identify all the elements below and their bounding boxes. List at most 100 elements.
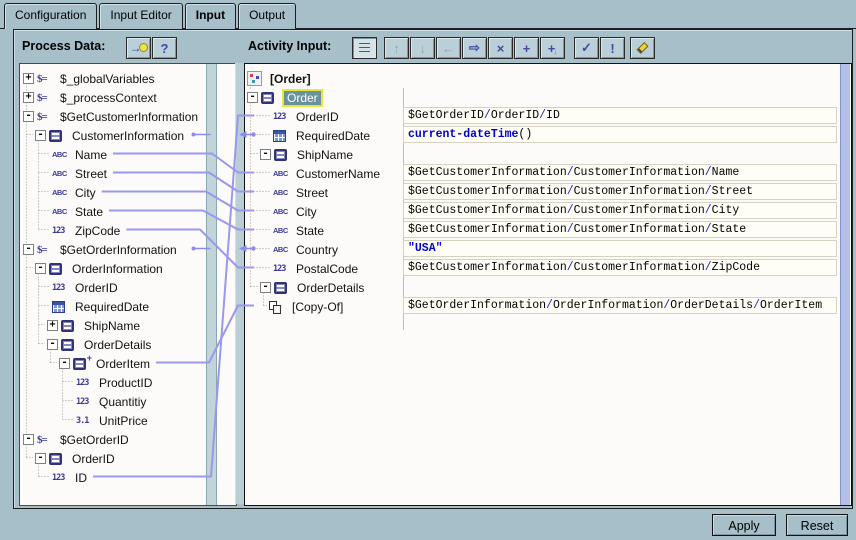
tree-node-order[interactable]: [Order] (245, 69, 313, 88)
move-up-button[interactable]: ↑ (384, 37, 409, 59)
reset-button[interactable]: Reset (786, 514, 848, 536)
tree-node-orderid[interactable]: -OrderID (20, 449, 117, 468)
move-left-button[interactable]: ← (436, 37, 461, 59)
mapping-formula[interactable]: $GetCustomerInformation/CustomerInformat… (403, 221, 837, 238)
tree-node-country[interactable]: ABCCountry"USA" (245, 240, 340, 259)
edit-button[interactable] (630, 37, 655, 59)
mapping-formula[interactable]: $GetCustomerInformation/CustomerInformat… (403, 183, 837, 200)
mapping-formula[interactable]: $GetCustomerInformation/CustomerInformat… (403, 259, 837, 276)
tree-node-customerinformation[interactable]: -CustomerInformation (20, 126, 186, 145)
repeat-plus-glyph: + (87, 353, 92, 363)
tab-bar: ConfigurationInput EditorInputOutput (4, 3, 296, 29)
string-icon: ABC (52, 207, 70, 216)
element-glyph (274, 149, 287, 161)
tree-node-getorderid[interactable]: -$=$GetOrderID (20, 430, 131, 449)
collapse-icon[interactable]: - (260, 282, 271, 293)
tree-node-street[interactable]: ABCStreet$GetCustomerInformation/Custome… (245, 183, 330, 202)
node-label: State (73, 204, 105, 220)
mapping-formula[interactable]: current-dateTime() (403, 126, 837, 143)
tree-node-customername[interactable]: ABCCustomerName$GetCustomerInformation/C… (245, 164, 382, 183)
constant-value: "USA" (408, 242, 443, 255)
collapse-icon[interactable]: - (260, 149, 271, 160)
tree-node-shipname[interactable]: -ShipName (245, 145, 355, 164)
node-label: RequiredDate (294, 128, 372, 144)
display-options-button[interactable] (352, 37, 377, 59)
delete-button[interactable]: × (488, 37, 513, 59)
help-button[interactable]: ? (152, 37, 177, 59)
collapse-icon[interactable]: - (23, 434, 34, 445)
tree-node-orderdetails[interactable]: -OrderDetails (245, 278, 366, 297)
tree-node-orderitem[interactable]: -+OrderItem (20, 354, 152, 373)
collapse-icon[interactable]: - (35, 130, 46, 141)
left-panel-scrollbar[interactable] (206, 64, 217, 505)
validate-button[interactable]: ✓ (574, 37, 599, 59)
tree-node-unitprice[interactable]: 3.1UnitPrice (20, 411, 150, 430)
tab-input-editor[interactable]: Input Editor (99, 3, 182, 29)
expand-icon[interactable]: + (23, 73, 34, 84)
tree-node-orderid[interactable]: 123OrderID$GetOrderID/OrderID/ID (245, 107, 341, 126)
path-slash: / (705, 166, 712, 179)
tree-node-getcustomerinformation[interactable]: -$=$GetCustomerInformation (20, 107, 200, 126)
insert-button[interactable]: +↓ (540, 37, 565, 59)
collapse-icon[interactable]: - (59, 358, 70, 369)
tree-node-orderid[interactable]: 123OrderID (20, 278, 120, 297)
tree-node-orderdetails[interactable]: - OrderDetails (20, 335, 153, 354)
tree-node-productid[interactable]: 123ProductID (20, 373, 154, 392)
tree-node-requireddate[interactable]: RequiredDatecurrent-dateTime() (245, 126, 372, 145)
collapse-icon[interactable]: - (247, 92, 258, 103)
add-child-button[interactable]: + (514, 37, 539, 59)
tree-node-id[interactable]: 123ID (20, 468, 89, 487)
tree-node-city[interactable]: ABCCity (20, 183, 98, 202)
tab-output[interactable]: Output (238, 3, 296, 29)
tree-node-requireddate[interactable]: RequiredDate (20, 297, 151, 316)
tree-node-street[interactable]: ABCStreet (20, 164, 109, 183)
mapping-formula[interactable]: "USA" (403, 240, 837, 257)
x-icon: × (497, 41, 505, 56)
tree-node-state[interactable]: ABCState$GetCustomerInformation/Customer… (245, 221, 326, 240)
tree-node-state[interactable]: ABCState (20, 202, 105, 221)
tree-node-processcontext[interactable]: +$=$_processContext (20, 88, 159, 107)
tree-node-zipcode[interactable]: 123ZipCode (20, 221, 122, 240)
tree-node-globalvariables[interactable]: +$=$_globalVariables (20, 69, 157, 88)
collapse-icon[interactable]: - (47, 339, 58, 350)
tree-node-getorderinformation[interactable]: -$=$GetOrderInformation (20, 240, 179, 259)
move-right-button[interactable]: ⇨ (462, 37, 487, 59)
show-mapped-button[interactable]: → (126, 37, 151, 59)
arrow-up-icon: ↑ (393, 41, 400, 56)
collapse-icon[interactable]: - (23, 111, 34, 122)
tab-input[interactable]: Input (185, 3, 236, 29)
tree-node-postalcode[interactable]: 123PostalCode$GetCustomerInformation/Cus… (245, 259, 360, 278)
right-panel-scrollbar[interactable] (840, 64, 850, 505)
mapping-formula[interactable]: $GetOrderInformation/OrderInformation/Or… (403, 297, 837, 314)
tree-node-copy-of[interactable]: [Copy-Of]$GetOrderInformation/OrderInfor… (245, 297, 345, 316)
collapse-icon[interactable]: - (35, 453, 46, 464)
collapse-icon[interactable]: - (23, 244, 34, 255)
node-label: OrderDetails (82, 337, 153, 353)
string-icon: ABC (52, 188, 70, 197)
expand-icon[interactable]: + (23, 92, 34, 103)
apply-button[interactable]: Apply (712, 514, 776, 536)
target-dot (139, 43, 148, 52)
tree-node-name[interactable]: ABCName (20, 145, 109, 164)
tree-node-order[interactable]: - Order (245, 88, 323, 107)
input-tab-content: Process Data: →? Activity Input: ↑↓←⇨×++… (13, 29, 853, 509)
tree-node-shipname[interactable]: +ShipName (20, 316, 142, 335)
tree-node-quantitiy[interactable]: 123Quantitiy (20, 392, 148, 411)
path-slash: / (567, 204, 574, 217)
errors-button[interactable]: ! (600, 37, 625, 59)
node-label: State (294, 223, 326, 239)
mapping-formula[interactable]: $GetCustomerInformation/CustomerInformat… (403, 164, 837, 181)
tab-configuration[interactable]: Configuration (4, 3, 97, 29)
node-label: Order (282, 89, 323, 107)
tree-node-city[interactable]: ABCCity$GetCustomerInformation/CustomerI… (245, 202, 319, 221)
collapse-icon[interactable]: - (35, 263, 46, 274)
node-label: CustomerName (294, 166, 382, 182)
move-down-button[interactable]: ↓ (410, 37, 435, 59)
mapping-formula[interactable]: $GetCustomerInformation/CustomerInformat… (403, 202, 837, 219)
expand-icon[interactable]: + (47, 320, 58, 331)
element-glyph (73, 358, 86, 370)
mapping-formula[interactable]: $GetOrderID/OrderID/ID (403, 107, 837, 124)
path-slash: / (546, 299, 553, 312)
element-icon (261, 92, 279, 104)
tree-node-orderinformation[interactable]: -OrderInformation (20, 259, 165, 278)
